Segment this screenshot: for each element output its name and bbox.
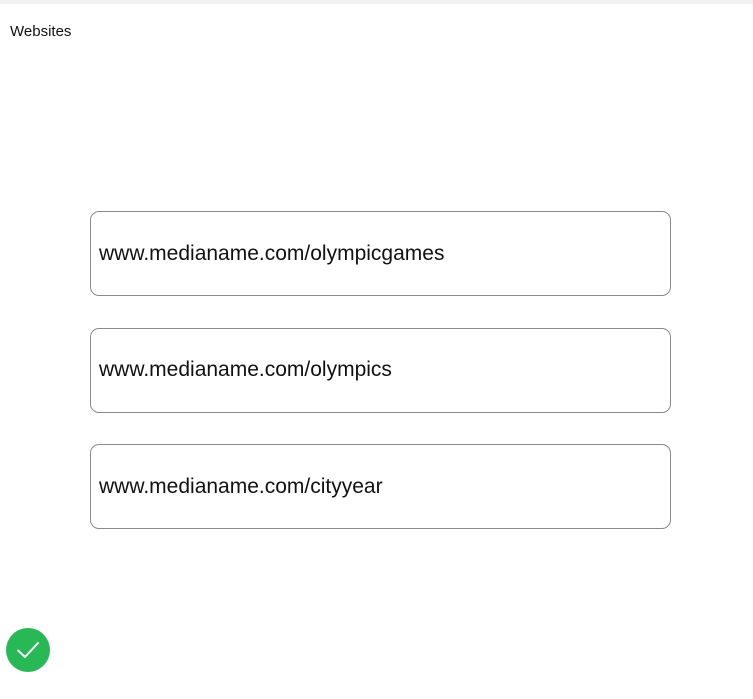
website-url: www.medianame.com/cityyear xyxy=(99,474,383,498)
top-bar xyxy=(0,0,753,4)
page-title: Websites xyxy=(10,23,72,40)
website-url: www.medianame.com/olympicgames xyxy=(99,241,445,265)
website-field-3[interactable]: www.medianame.com/cityyear xyxy=(90,444,671,529)
confirm-button[interactable] xyxy=(6,628,50,672)
website-url: www.medianame.com/olympics xyxy=(99,358,392,381)
checkmark-icon xyxy=(17,642,39,658)
website-list: www.medianame.com/olympicgames www.media… xyxy=(90,211,671,529)
website-field-2[interactable]: www.medianame.com/olympics xyxy=(90,327,671,413)
website-field-1[interactable]: www.medianame.com/olympicgames xyxy=(90,211,671,296)
